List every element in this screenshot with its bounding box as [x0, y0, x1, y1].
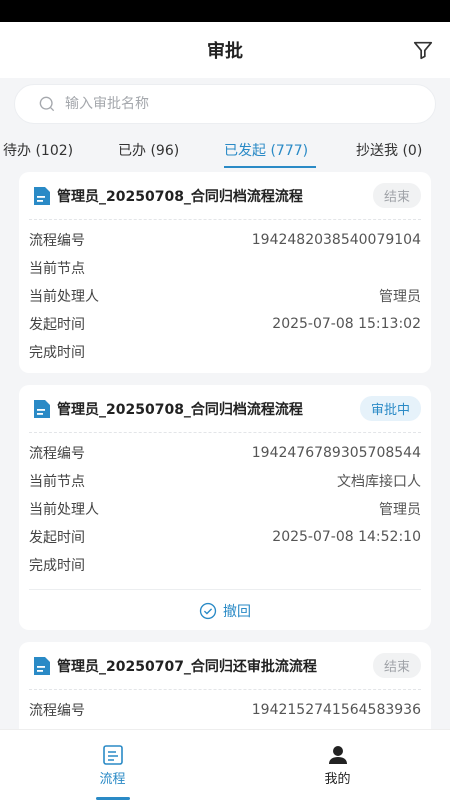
- approval-card[interactable]: 管理员_20250708_合同归档流程流程 审批中 流程编号 1942476789…: [19, 385, 431, 630]
- tabbar-item-process[interactable]: 流程: [0, 730, 225, 800]
- row-process-no: 流程编号 1942152741564583936: [29, 696, 421, 724]
- approval-card[interactable]: 管理员_20250708_合同归档流程流程 结束 流程编号 19424820385…: [19, 172, 431, 373]
- value-start-time: 2025-07-08 14:52:10: [272, 529, 421, 545]
- row-current-handler: 当前处理人 管理员: [29, 495, 421, 523]
- search-bar: [0, 78, 450, 128]
- card-header: 管理员_20250708_合同归档流程流程 审批中: [29, 385, 421, 433]
- value-current-handler: 管理员: [379, 289, 421, 305]
- bottom-tab-bar: 流程 我的: [0, 729, 450, 800]
- value-process-no: 1942152741564583936: [251, 702, 421, 718]
- label-current-node: 当前节点: [29, 261, 85, 277]
- page-title: 审批: [207, 41, 243, 62]
- row-process-no: 流程编号 1942476789305708544: [29, 439, 421, 467]
- label-process-no: 流程编号: [29, 233, 85, 249]
- withdraw-label: 撤回: [223, 603, 251, 620]
- label-start-time: 发起时间: [29, 530, 85, 546]
- status-bar: [0, 0, 450, 22]
- tab-todo[interactable]: 待办 (102): [3, 140, 73, 160]
- nav-bar: 审批: [0, 22, 450, 78]
- row-current-handler: 当前处理人 管理员: [29, 282, 421, 310]
- active-tab-indicator: [224, 166, 316, 168]
- card-footer: 撤回: [29, 589, 421, 631]
- status-badge: 结束: [372, 183, 421, 208]
- row-process-no: 流程编号 1942482038540079104: [29, 226, 421, 254]
- tab-initiated[interactable]: 已发起 (777): [224, 140, 308, 160]
- user-icon: [328, 746, 347, 764]
- status-badge: 审批中: [359, 396, 421, 421]
- label-finish-time: 完成时间: [29, 558, 85, 574]
- card-header: 管理员_20250708_合同归档流程流程 结束: [29, 172, 421, 220]
- tab-done[interactable]: 已办 (96): [118, 140, 179, 160]
- tabbar-label-mine: 我的: [324, 772, 351, 787]
- value-current-handler: 管理员: [379, 502, 421, 518]
- tabbar-item-mine[interactable]: 我的: [225, 730, 450, 800]
- label-finish-time: 完成时间: [29, 345, 85, 361]
- label-process-no: 流程编号: [29, 446, 85, 462]
- document-icon: [34, 399, 50, 418]
- withdraw-button[interactable]: 撤回: [199, 601, 251, 621]
- label-current-handler: 当前处理人: [29, 502, 99, 518]
- value-process-no: 1942476789305708544: [251, 445, 421, 461]
- label-current-handler: 当前处理人: [29, 289, 99, 305]
- value-current-node: 文档库接口人: [337, 474, 421, 490]
- card-title: 管理员_20250708_合同归档流程流程: [57, 188, 303, 205]
- row-start-time: 发起时间 2025-07-08 15:13:02: [29, 310, 421, 338]
- row-finish-time: 完成时间: [29, 551, 421, 579]
- card-header: 管理员_20250707_合同归还审批流流程 结束: [29, 642, 421, 690]
- check-circle-icon: [199, 602, 217, 619]
- label-current-node: 当前节点: [29, 474, 85, 490]
- tab-bar: 待办 (102) 已办 (96) 已发起 (777) 抄送我 (0): [0, 128, 450, 172]
- document-icon: [34, 656, 50, 675]
- tabbar-label-process: 流程: [99, 772, 126, 787]
- search-icon: [39, 96, 55, 112]
- list-icon: [102, 745, 123, 765]
- row-start-time: 发起时间 2025-07-08 14:52:10: [29, 523, 421, 551]
- row-finish-time: 完成时间: [29, 338, 421, 366]
- tab-cc-me[interactable]: 抄送我 (0): [356, 140, 422, 160]
- row-current-node: 当前节点 文档库接口人: [29, 467, 421, 495]
- filter-icon[interactable]: [412, 39, 434, 61]
- document-icon: [34, 186, 50, 205]
- card-title: 管理员_20250707_合同归还审批流流程: [57, 658, 317, 675]
- search-input[interactable]: [65, 96, 365, 112]
- search-box[interactable]: [14, 84, 436, 124]
- value-process-no: 1942482038540079104: [251, 232, 421, 248]
- card-title: 管理员_20250708_合同归档流程流程: [57, 401, 303, 418]
- label-start-time: 发起时间: [29, 317, 85, 333]
- value-start-time: 2025-07-08 15:13:02: [272, 316, 421, 332]
- label-process-no: 流程编号: [29, 703, 85, 719]
- status-badge: 结束: [372, 653, 421, 678]
- row-current-node: 当前节点: [29, 254, 421, 282]
